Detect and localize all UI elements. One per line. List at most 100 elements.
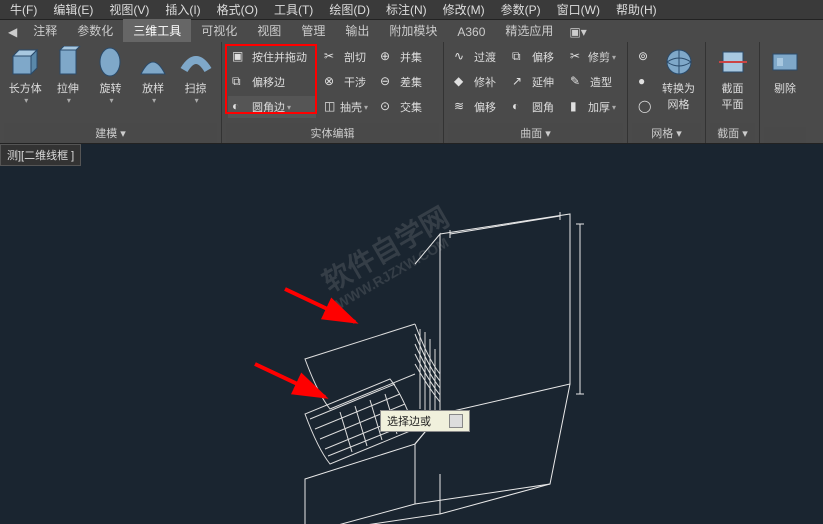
tooltip-input-icon bbox=[449, 414, 463, 428]
fillet-edge-button[interactable]: ◐圆角边▾ bbox=[228, 96, 316, 118]
revolve-icon bbox=[94, 46, 126, 78]
blend-button[interactable]: ∿过渡 bbox=[450, 46, 504, 68]
tab-manage[interactable]: 管理 bbox=[291, 19, 335, 42]
trim-icon: ✂ bbox=[570, 49, 584, 65]
union-icon: ⊕ bbox=[380, 49, 396, 65]
box-label: 长方体 bbox=[9, 80, 42, 96]
sculpt-icon: ✎ bbox=[570, 74, 586, 90]
cull-button[interactable]: 剔除 bbox=[764, 44, 806, 127]
drawing-area[interactable]: 测][二维线框 ] 软件自学网 WWW.RJZXW.COM bbox=[0, 144, 823, 524]
offset-edge-icon: ⧉ bbox=[232, 74, 248, 90]
union-button[interactable]: ⊕并集 bbox=[376, 46, 428, 68]
offset-surf-button[interactable]: ≋偏移 bbox=[450, 96, 504, 118]
revolve-label: 旋转 bbox=[99, 80, 121, 96]
panel-solid-edit-title[interactable]: 实体编辑 bbox=[226, 123, 439, 143]
box-icon bbox=[9, 46, 41, 78]
panel-modeling-title[interactable]: 建模 ▾ bbox=[4, 123, 217, 143]
sweep-button[interactable]: 扫掠▾ bbox=[174, 44, 217, 123]
offset2-icon: ⧉ bbox=[512, 49, 528, 65]
shell-button[interactable]: ◫抽壳▾ bbox=[320, 96, 372, 118]
tab-visualize[interactable]: 可视化 bbox=[191, 19, 247, 42]
section-plane-icon bbox=[717, 46, 749, 78]
menubar: 牛(F) 编辑(E) 视图(V) 插入(I) 格式(O) 工具(T) 绘图(D)… bbox=[0, 0, 823, 20]
loft-icon bbox=[137, 46, 169, 78]
tab-options-icon[interactable]: ▣▾ bbox=[563, 22, 592, 42]
tab-addins[interactable]: 附加模块 bbox=[379, 19, 447, 42]
document-tab[interactable]: 测][二维线框 ] bbox=[0, 144, 81, 166]
panel-section-title[interactable]: 截面 ▾ bbox=[710, 123, 755, 143]
extrude-label: 拉伸 bbox=[57, 80, 79, 96]
mesh-refine-button[interactable]: ● bbox=[634, 71, 654, 93]
revolve-button[interactable]: 旋转▾ bbox=[89, 44, 132, 123]
sweep-label: 扫掠 bbox=[185, 80, 207, 96]
blend-icon: ∿ bbox=[454, 49, 470, 65]
panel-modeling: 长方体▾ 拉伸▾ 旋转▾ 放样▾ 扫掠▾ 建模 ▾ bbox=[0, 42, 222, 143]
offset-edge-button[interactable]: ⧉偏移边 bbox=[228, 71, 316, 93]
tab-annotate[interactable]: 注释 bbox=[23, 19, 67, 42]
menu-view[interactable]: 视图(V) bbox=[101, 0, 157, 20]
offset2-button[interactable]: ⧉偏移 bbox=[508, 46, 562, 68]
slice-button[interactable]: ✂剖切 bbox=[320, 46, 372, 68]
fillet-surf-button[interactable]: ◐圆角 bbox=[508, 96, 562, 118]
menu-format[interactable]: 格式(O) bbox=[209, 0, 266, 20]
intersect-button[interactable]: ⊙交集 bbox=[376, 96, 428, 118]
ribbon: 长方体▾ 拉伸▾ 旋转▾ 放样▾ 扫掠▾ 建模 ▾ ▣按住并 bbox=[0, 42, 823, 144]
menu-insert[interactable]: 插入(I) bbox=[157, 0, 208, 20]
convert-mesh-label: 转换为 网格 bbox=[662, 80, 695, 112]
tab-output[interactable]: 输出 bbox=[335, 19, 379, 42]
shell-icon: ◫ bbox=[324, 99, 336, 115]
menu-draw[interactable]: 绘图(D) bbox=[321, 0, 378, 20]
subtract-icon: ⊖ bbox=[380, 74, 396, 90]
convert-mesh-button[interactable]: 转换为 网格 bbox=[656, 44, 701, 123]
tab-parametric[interactable]: 参数化 bbox=[67, 19, 123, 42]
slice-icon: ✂ bbox=[324, 49, 340, 65]
trim-button[interactable]: ✂修剪▾ bbox=[566, 46, 620, 68]
interfere-icon: ⊗ bbox=[324, 74, 340, 90]
extrude-icon bbox=[52, 46, 84, 78]
section-plane-button[interactable]: 截面 平面 bbox=[710, 44, 755, 123]
caret-left-icon[interactable]: ◀ bbox=[2, 22, 23, 42]
menu-file[interactable]: 牛(F) bbox=[2, 0, 45, 20]
presspull-button[interactable]: ▣按住并拖动 bbox=[228, 46, 316, 68]
sphere-icon: ● bbox=[638, 74, 646, 90]
menu-parametric[interactable]: 参数(P) bbox=[493, 0, 549, 20]
menu-modify[interactable]: 修改(M) bbox=[435, 0, 493, 20]
panel-mesh-title[interactable]: 网格 ▾ bbox=[632, 123, 701, 143]
interfere-button[interactable]: ⊗干涉 bbox=[320, 71, 372, 93]
panel-solid-edit: ▣按住并拖动 ⧉偏移边 ◐圆角边▾ ✂剖切 ⊗干涉 ◫抽壳▾ ⊕并集 ⊖差集 ⊙… bbox=[222, 42, 444, 143]
menu-tools[interactable]: 工具(T) bbox=[266, 0, 321, 20]
convert-mesh-icon bbox=[663, 46, 695, 78]
panel-surface-title[interactable]: 曲面 ▾ bbox=[448, 123, 623, 143]
extrude-button[interactable]: 拉伸▾ bbox=[47, 44, 90, 123]
patch-icon: ◆ bbox=[454, 74, 470, 90]
cull-icon bbox=[769, 46, 801, 78]
menu-edit[interactable]: 编辑(E) bbox=[45, 0, 101, 20]
panel-surface: ∿过渡 ◆修补 ≋偏移 ⧉偏移 ↗延伸 ◐圆角 ✂修剪▾ ✎造型 ▮加厚▾ 曲面… bbox=[444, 42, 628, 143]
tab-a360[interactable]: A360 bbox=[447, 22, 495, 42]
extend-button[interactable]: ↗延伸 bbox=[508, 71, 562, 93]
mesh-smooth-more-button[interactable]: ⊚ bbox=[634, 46, 654, 68]
sculpt-button[interactable]: ✎造型 bbox=[566, 71, 620, 93]
command-tooltip: 选择边或 bbox=[380, 410, 470, 432]
menu-dimension[interactable]: 标注(N) bbox=[378, 0, 435, 20]
tab-view[interactable]: 视图 bbox=[247, 19, 291, 42]
box-button[interactable]: 长方体▾ bbox=[4, 44, 47, 123]
thicken-button[interactable]: ▮加厚▾ bbox=[566, 96, 620, 118]
extend-icon: ↗ bbox=[512, 74, 528, 90]
fillet-surf-icon: ◐ bbox=[512, 99, 528, 115]
loft-button[interactable]: 放样▾ bbox=[132, 44, 175, 123]
tab-featured[interactable]: 精选应用 bbox=[495, 19, 563, 42]
sphere-wire-icon: ◯ bbox=[638, 99, 651, 115]
menu-window[interactable]: 窗口(W) bbox=[549, 0, 608, 20]
tooltip-text: 选择边或 bbox=[387, 413, 431, 429]
menu-help[interactable]: 帮助(H) bbox=[608, 0, 665, 20]
offset-surf-icon: ≋ bbox=[454, 99, 470, 115]
tab-3d-tools[interactable]: 三维工具 bbox=[123, 19, 191, 42]
mesh-smooth-less-button[interactable]: ◯ bbox=[634, 96, 654, 118]
ribbon-tabs: ◀ 注释 参数化 三维工具 可视化 视图 管理 输出 附加模块 A360 精选应… bbox=[0, 20, 823, 42]
patch-button[interactable]: ◆修补 bbox=[450, 71, 504, 93]
thicken-icon: ▮ bbox=[570, 99, 584, 115]
loft-label: 放样 bbox=[142, 80, 164, 96]
subtract-button[interactable]: ⊖差集 bbox=[376, 71, 428, 93]
section-plane-label: 截面 平面 bbox=[722, 80, 744, 112]
